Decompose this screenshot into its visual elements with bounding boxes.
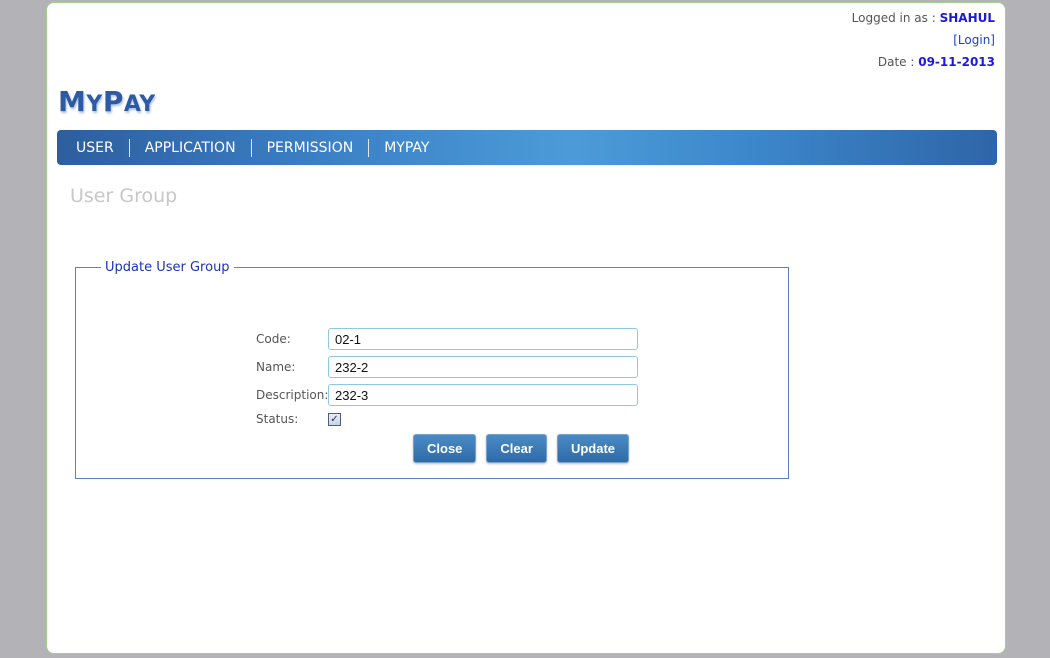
nav-item-user[interactable]: USER [61, 138, 130, 157]
login-link[interactable]: [Login] [953, 33, 995, 47]
close-button[interactable]: Close [413, 434, 477, 463]
main-nav: USER APPLICATION PERMISSION MYPAY [57, 130, 997, 165]
description-field[interactable] [328, 384, 638, 406]
clear-button[interactable]: Clear [486, 434, 547, 463]
status-label: Status: [256, 412, 299, 426]
name-field[interactable] [328, 356, 638, 378]
header-info: Logged in as : SHAHUL [Login] Date : 09-… [852, 7, 995, 73]
page-container: Logged in as : SHAHUL [Login] Date : 09-… [46, 2, 1006, 654]
code-label: Code: [256, 332, 291, 346]
form-actions: Close Clear Update [413, 434, 629, 463]
update-button[interactable]: Update [556, 434, 629, 463]
logged-in-prefix: Logged in as : [851, 11, 936, 25]
checkmark-icon: ✓ [330, 413, 339, 425]
status-checkbox[interactable]: ✓ [328, 412, 341, 426]
username: SHAHUL [939, 11, 995, 25]
description-row: Description: [256, 384, 638, 406]
nav-item-mypay[interactable]: MYPAY [369, 139, 444, 157]
nav-item-permission[interactable]: PERMISSION [252, 138, 370, 157]
date-prefix: Date : [877, 55, 915, 69]
date-line: Date : 09-11-2013 [852, 51, 995, 73]
code-field[interactable] [328, 328, 638, 350]
mypay-logo: MYPAY [58, 85, 156, 118]
page-title: User Group [70, 185, 178, 207]
code-row: Code: [256, 328, 638, 350]
form-legend: Update User Group [105, 260, 230, 275]
login-line: [Login] [852, 29, 995, 51]
update-user-group-form: Update User Group Code: Name: Descriptio… [75, 260, 789, 479]
current-date: 09-11-2013 [918, 55, 995, 69]
logged-in-line: Logged in as : SHAHUL [852, 7, 995, 29]
name-row: Name: [256, 356, 638, 378]
status-row: Status: ✓ [256, 412, 341, 426]
name-label: Name: [256, 360, 296, 374]
nav-item-application[interactable]: APPLICATION [130, 138, 252, 157]
description-label: Description: [256, 388, 329, 402]
